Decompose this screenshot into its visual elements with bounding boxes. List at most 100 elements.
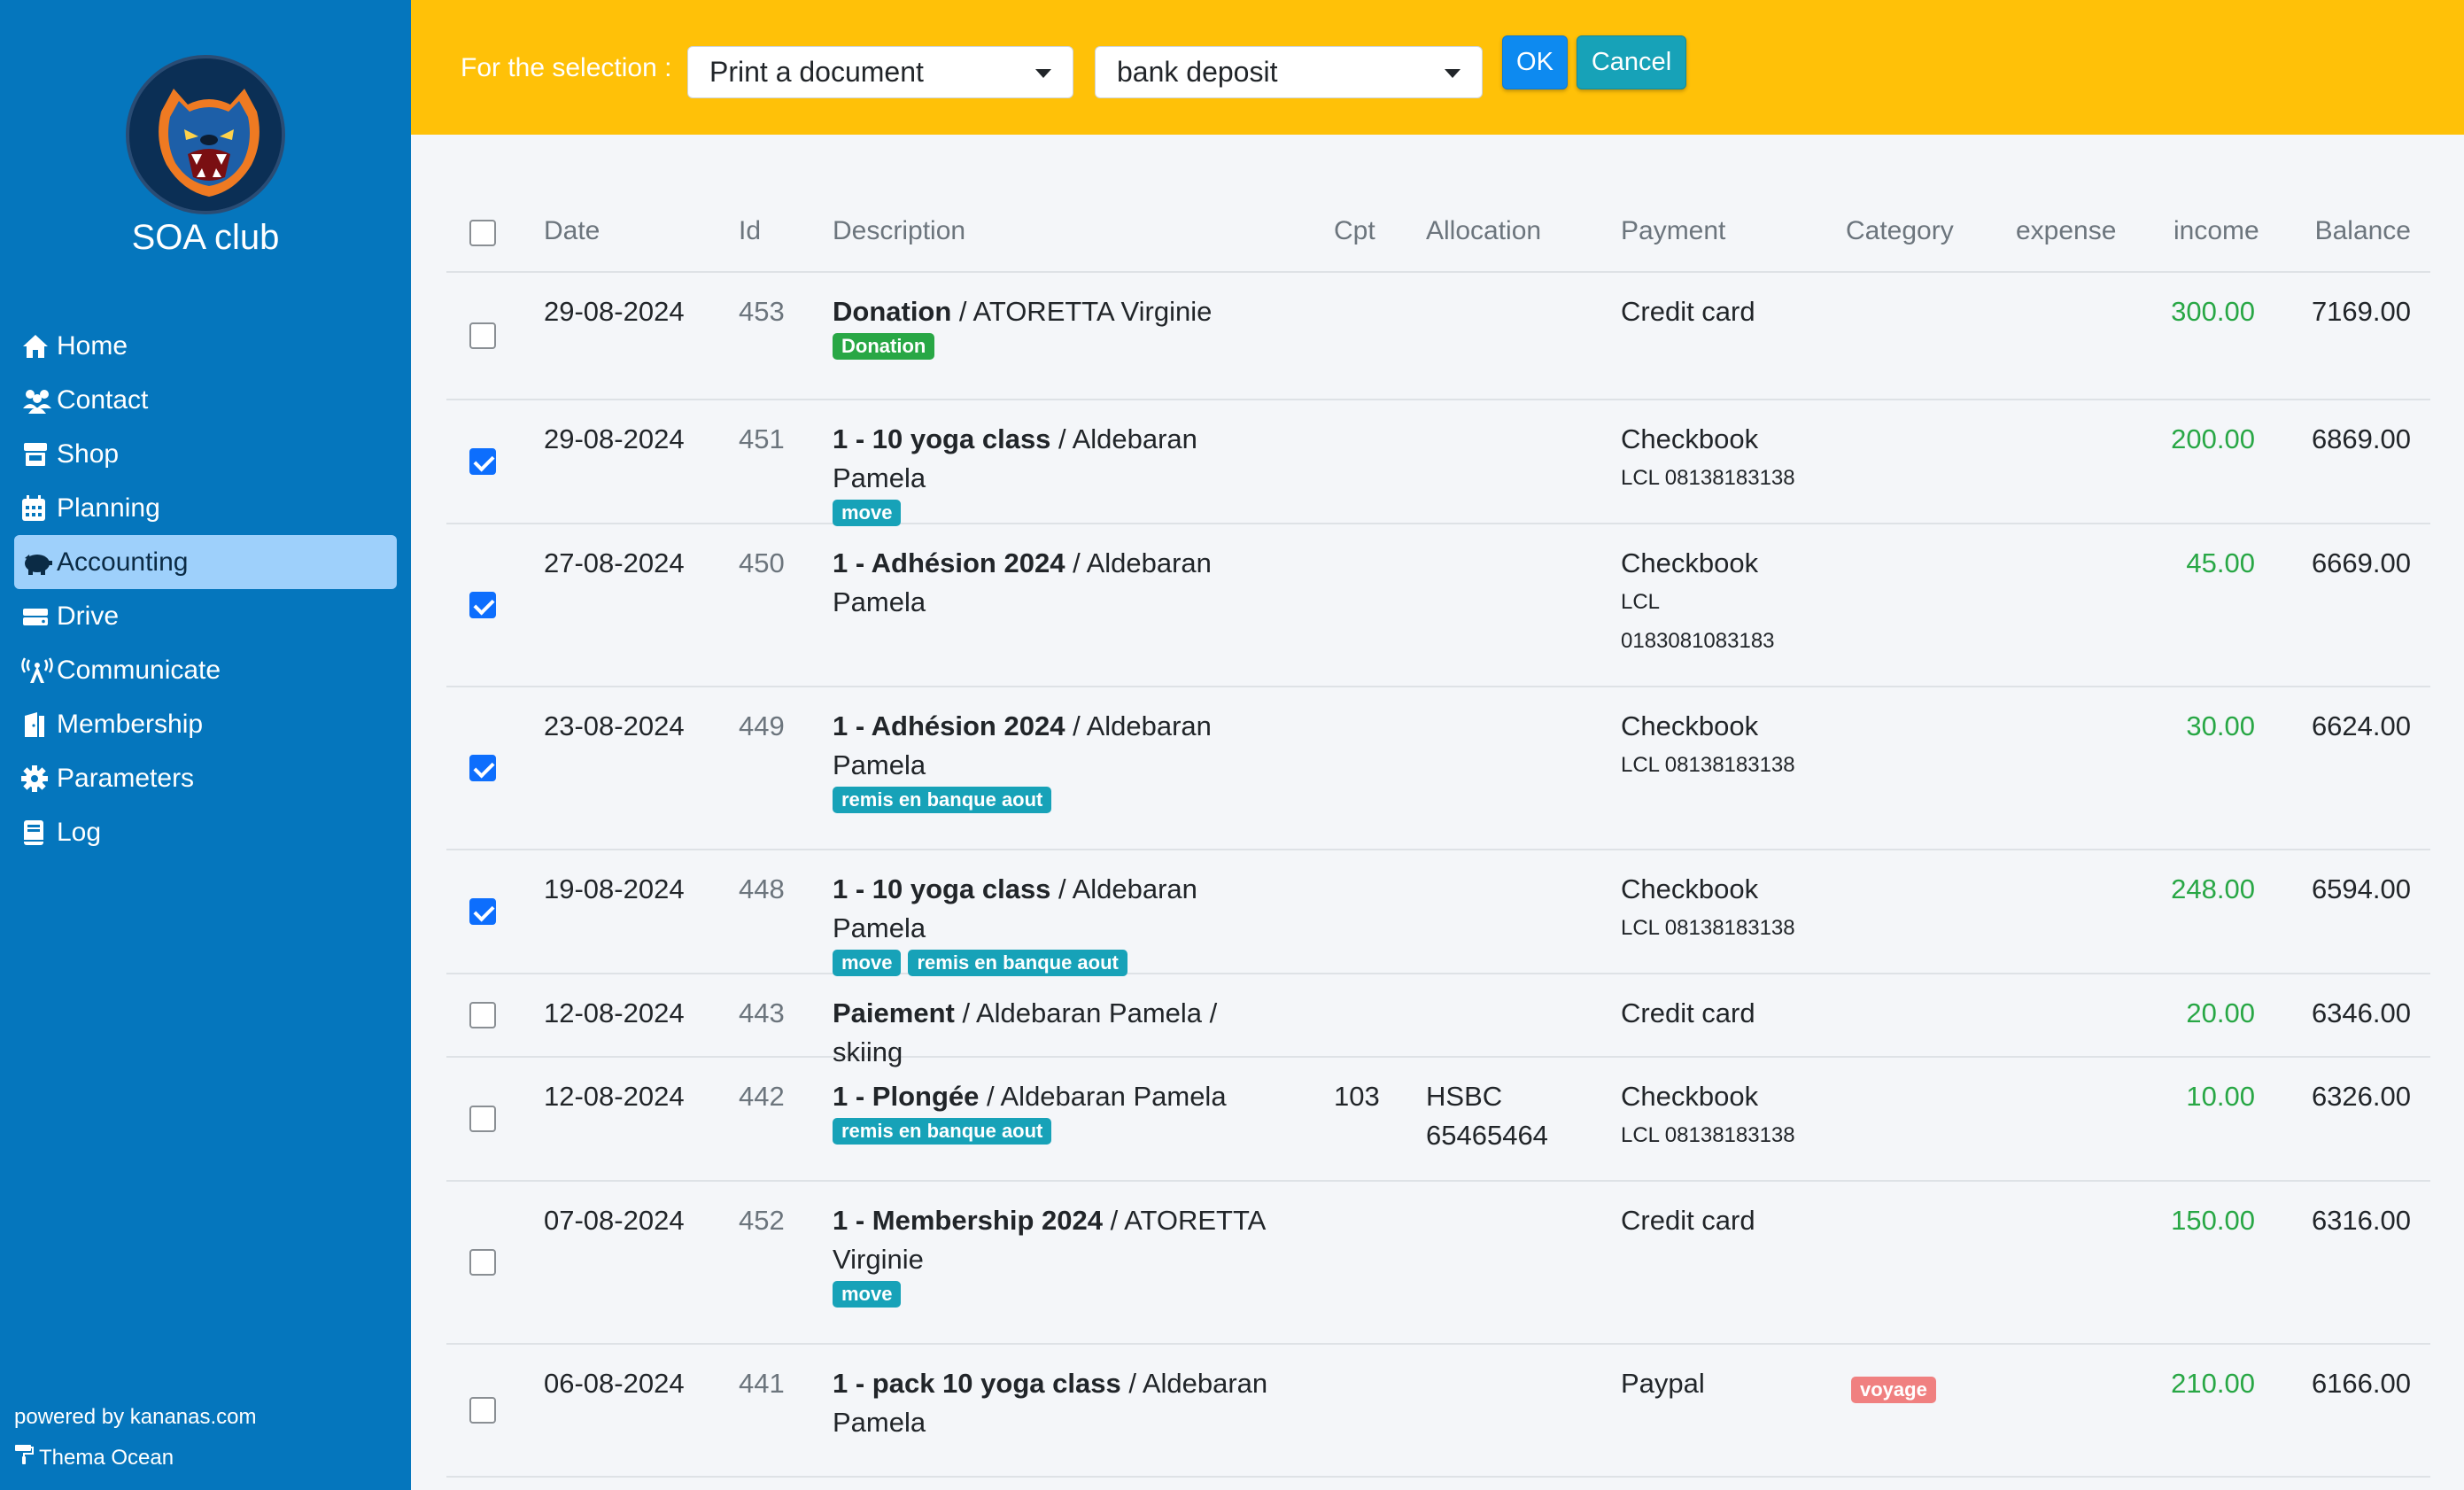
col-date[interactable]: Date (544, 216, 600, 246)
brand-name: SOA club (131, 218, 280, 257)
sidebar-item-planning[interactable]: Planning (14, 481, 397, 535)
col-allocation[interactable]: Allocation (1426, 216, 1541, 246)
piggy-bank-icon (21, 549, 57, 576)
row-checkbox[interactable] (469, 755, 496, 781)
sidebar-nav: Home Contact Shop Planning Accounting Dr… (14, 319, 397, 859)
row-income: 210.00 (2171, 1368, 2255, 1399)
row-checkbox[interactable] (469, 1249, 496, 1276)
broadcast-icon (21, 656, 57, 684)
row-id: 449 (739, 710, 785, 741)
table-row[interactable]: 12-08-2024 443 Paiement / Aldebaran Pamela… (446, 974, 2430, 1067)
row-description[interactable]: 1 - Adhésion 2024 / Aldebaran Pamela (833, 544, 1293, 622)
row-description[interactable]: 1 - Plongée / Aldebaran Pamela remis en b… (833, 1077, 1293, 1145)
row-description[interactable]: 1 - 10 yoga class / Aldebaran Pamela move… (833, 870, 1293, 976)
club-logo[interactable] (126, 55, 285, 214)
row-id: 441 (739, 1368, 785, 1399)
sidebar-item-home[interactable]: Home (14, 319, 397, 373)
row-description-line: 1 - pack 10 yoga class / Aldebaran (833, 1364, 1293, 1403)
row-checkbox[interactable] (469, 1002, 496, 1028)
row-payment: Credit card (1621, 292, 1755, 331)
tag-badge[interactable]: move (833, 500, 902, 526)
table-row[interactable]: 29-08-2024 451 1 - 10 yoga class / Aldebar… (446, 400, 2430, 526)
sidebar-item-label: Accounting (57, 547, 189, 577)
row-payment-method: Checkbook (1621, 873, 1759, 904)
theme-selector[interactable]: Thema Ocean (14, 1444, 174, 1471)
row-checkbox[interactable] (469, 898, 496, 925)
tag-badge[interactable]: Donation (833, 333, 935, 360)
sidebar-item-communicate[interactable]: Communicate (14, 643, 397, 697)
table-row[interactable]: 12-08-2024 442 1 - Plongée / Aldebaran Pam… (446, 1058, 2430, 1182)
tag-badge[interactable]: remis en banque aout (833, 1118, 1052, 1145)
paint-roller-icon (14, 1444, 34, 1471)
row-checkbox[interactable] (469, 592, 496, 618)
row-checkbox[interactable] (469, 1397, 496, 1424)
tag-badge[interactable]: move (833, 950, 902, 976)
row-balance: 6624.00 (2311, 710, 2411, 741)
sidebar-item-parameters[interactable]: Parameters (14, 751, 397, 805)
row-payment-method: Credit card (1621, 1205, 1755, 1236)
row-description-line: 1 - 10 yoga class / Aldebaran Pamela (833, 870, 1293, 948)
row-description[interactable]: 1 - Membership 2024 / ATORETTA Virginie mo… (833, 1201, 1293, 1308)
col-category[interactable]: Category (1846, 216, 1954, 246)
sidebar-item-contact[interactable]: Contact (14, 373, 397, 427)
row-income: 300.00 (2171, 296, 2255, 327)
row-payment-method: Checkbook (1621, 1081, 1759, 1112)
row-title: Donation (833, 296, 952, 327)
sidebar-item-label: Communicate (57, 655, 221, 685)
row-date: 12-08-2024 (544, 997, 685, 1028)
tag-badge[interactable]: move (833, 1281, 902, 1308)
cancel-button[interactable]: Cancel (1577, 35, 1686, 89)
table-body: 29-08-2024 453 Donation / ATORETTA Virgini… (446, 273, 2430, 1478)
ok-button[interactable]: OK (1502, 35, 1568, 89)
col-payment[interactable]: Payment (1621, 216, 1725, 246)
select-all-checkbox[interactable] (469, 220, 496, 246)
row-description[interactable]: 1 - 10 yoga class / Aldebaran Pamela move (833, 420, 1293, 526)
col-income[interactable]: income (2173, 216, 2259, 246)
row-checkbox[interactable] (469, 1106, 496, 1132)
row-payment-method: Paypal (1621, 1368, 1705, 1399)
tag-badge[interactable]: remis en banque aout (908, 950, 1127, 976)
row-balance: 6669.00 (2311, 547, 2411, 578)
sidebar-item-label: Planning (57, 493, 160, 523)
row-id: 448 (739, 873, 785, 904)
table-row[interactable]: 19-08-2024 448 1 - 10 yoga class / Aldebar… (446, 850, 2430, 976)
table-row[interactable]: 29-08-2024 453 Donation / ATORETTA Virgini… (446, 273, 2430, 400)
theme-label: Thema Ocean (39, 1445, 174, 1470)
sidebar-item-membership[interactable]: Membership (14, 697, 397, 751)
row-title: 1 - Adhésion 2024 (833, 710, 1065, 741)
row-title: 1 - Plongée (833, 1081, 980, 1112)
action-select[interactable]: Print a document (687, 46, 1073, 98)
sidebar-item-label: Membership (57, 709, 204, 739)
action-select-value: Print a document (709, 56, 924, 88)
row-payment: Paypal (1621, 1364, 1705, 1403)
row-id: 450 (739, 547, 785, 578)
table-row[interactable]: 07-08-2024 452 1 - Membership 2024 / ATORE… (446, 1182, 2430, 1345)
col-expense[interactable]: expense (2016, 216, 2116, 246)
document-type-select[interactable]: bank deposit (1095, 46, 1483, 98)
row-description[interactable]: Donation / ATORETTA Virginie Donation (833, 292, 1293, 360)
sidebar-item-shop[interactable]: Shop (14, 427, 397, 481)
table-row[interactable]: 23-08-2024 449 1 - Adhésion 2024 / Aldebar… (446, 687, 2430, 850)
tag-badge[interactable]: remis en banque aout (833, 787, 1052, 813)
sidebar-item-drive[interactable]: Drive (14, 589, 397, 643)
col-cpt[interactable]: Cpt (1334, 216, 1375, 246)
sidebar-item-accounting[interactable]: Accounting (14, 535, 397, 589)
row-balance: 6166.00 (2311, 1368, 2411, 1399)
row-description[interactable]: 1 - Adhésion 2024 / Aldebaran Pamela remis… (833, 707, 1293, 813)
row-payment-account: LCL 08138183138 (1621, 753, 1795, 777)
row-payment: Checkbook LCL 08138183138 (1621, 870, 1795, 948)
table-row[interactable]: 27-08-2024 450 1 - Adhésion 2024 / Aldebar… (446, 524, 2430, 687)
book-icon (21, 819, 57, 846)
row-checkbox[interactable] (469, 322, 496, 349)
col-id[interactable]: Id (739, 216, 761, 246)
category-badge[interactable]: voyage (1851, 1377, 1936, 1403)
row-badges: move (833, 1281, 1293, 1308)
row-description[interactable]: 1 - pack 10 yoga class / Aldebaran Pamela (833, 1364, 1293, 1442)
sidebar-item-log[interactable]: Log (14, 805, 397, 859)
table-row[interactable]: 06-08-2024 441 1 - pack 10 yoga class / Al… (446, 1345, 2430, 1478)
col-balance[interactable]: Balance (2315, 216, 2411, 246)
row-checkbox[interactable] (469, 448, 496, 475)
row-payment-account: LCL 08138183138 (1621, 1123, 1795, 1147)
col-description[interactable]: Description (833, 216, 965, 246)
powered-by-link[interactable]: powered by kananas.com (14, 1405, 257, 1430)
